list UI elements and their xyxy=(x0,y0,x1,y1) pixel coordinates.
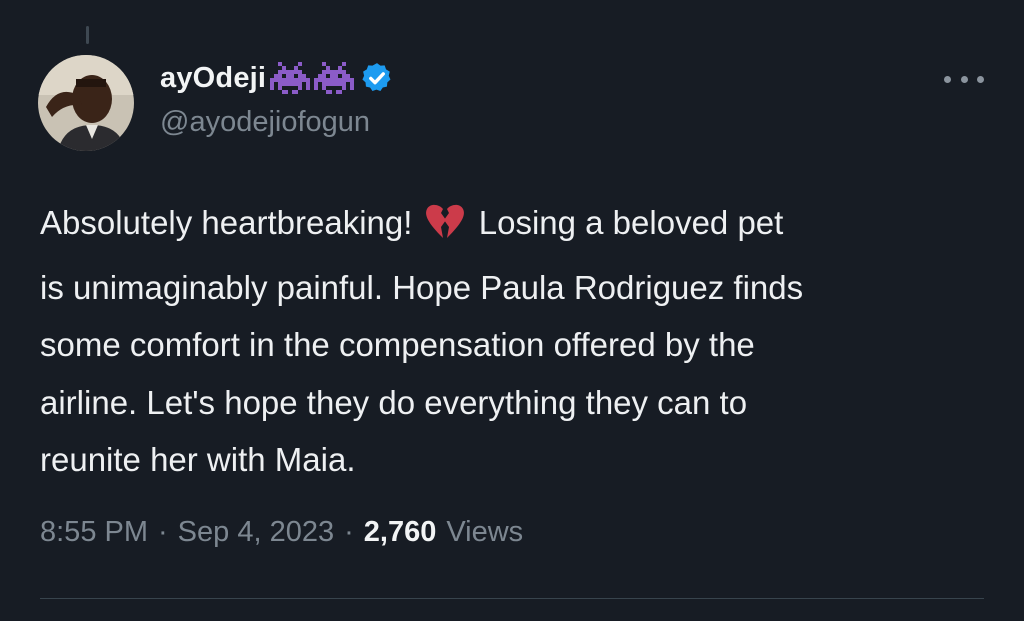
tweet-text-line: is unimaginably painful. Hope Paula Rodr… xyxy=(40,268,804,306)
more-dot xyxy=(960,75,968,83)
author-handle[interactable]: @ayodejiofogun xyxy=(160,106,370,139)
author-name-row[interactable]: ayOdeji xyxy=(160,56,394,100)
more-dot xyxy=(944,75,951,83)
tweet-text-line: Absolutely heartbreaking! Losing a belov… xyxy=(40,194,990,259)
views-count[interactable]: 2,760 xyxy=(364,516,437,549)
tweet-text-segment: Losing a beloved pet xyxy=(478,204,784,241)
more-dot xyxy=(977,75,984,83)
views-label[interactable]: Views xyxy=(446,516,523,549)
tweet-time[interactable]: 8:55 PM xyxy=(40,516,148,549)
tweet-date[interactable]: Sep 4, 2023 xyxy=(178,516,334,549)
tweet-text-line: some comfort in the compensation offered… xyxy=(40,326,755,363)
verified-badge-icon[interactable] xyxy=(360,61,394,95)
tweet-metadata: 8:55 PM · Sep 4, 2023 · 2,760 Views xyxy=(40,516,523,549)
author-display-name[interactable]: ayOdeji xyxy=(160,62,266,95)
thread-connector-line xyxy=(86,26,89,44)
divider xyxy=(40,598,984,599)
tweet-text-line: airline. Let's hope they do everything t… xyxy=(40,383,748,421)
tweet-text-line: reunite her with Maia. xyxy=(40,441,356,478)
tweet-text: Absolutely heartbreaking! Losing a belov… xyxy=(40,194,990,489)
broken-heart-emoji xyxy=(424,201,466,259)
meta-separator: · xyxy=(344,516,354,548)
meta-separator: · xyxy=(158,516,168,548)
user-avatar[interactable] xyxy=(38,55,134,151)
more-options-icon[interactable] xyxy=(944,68,984,90)
space-invader-emoji xyxy=(270,60,355,96)
tweet-text-segment: Absolutely heartbreaking! xyxy=(40,204,413,241)
